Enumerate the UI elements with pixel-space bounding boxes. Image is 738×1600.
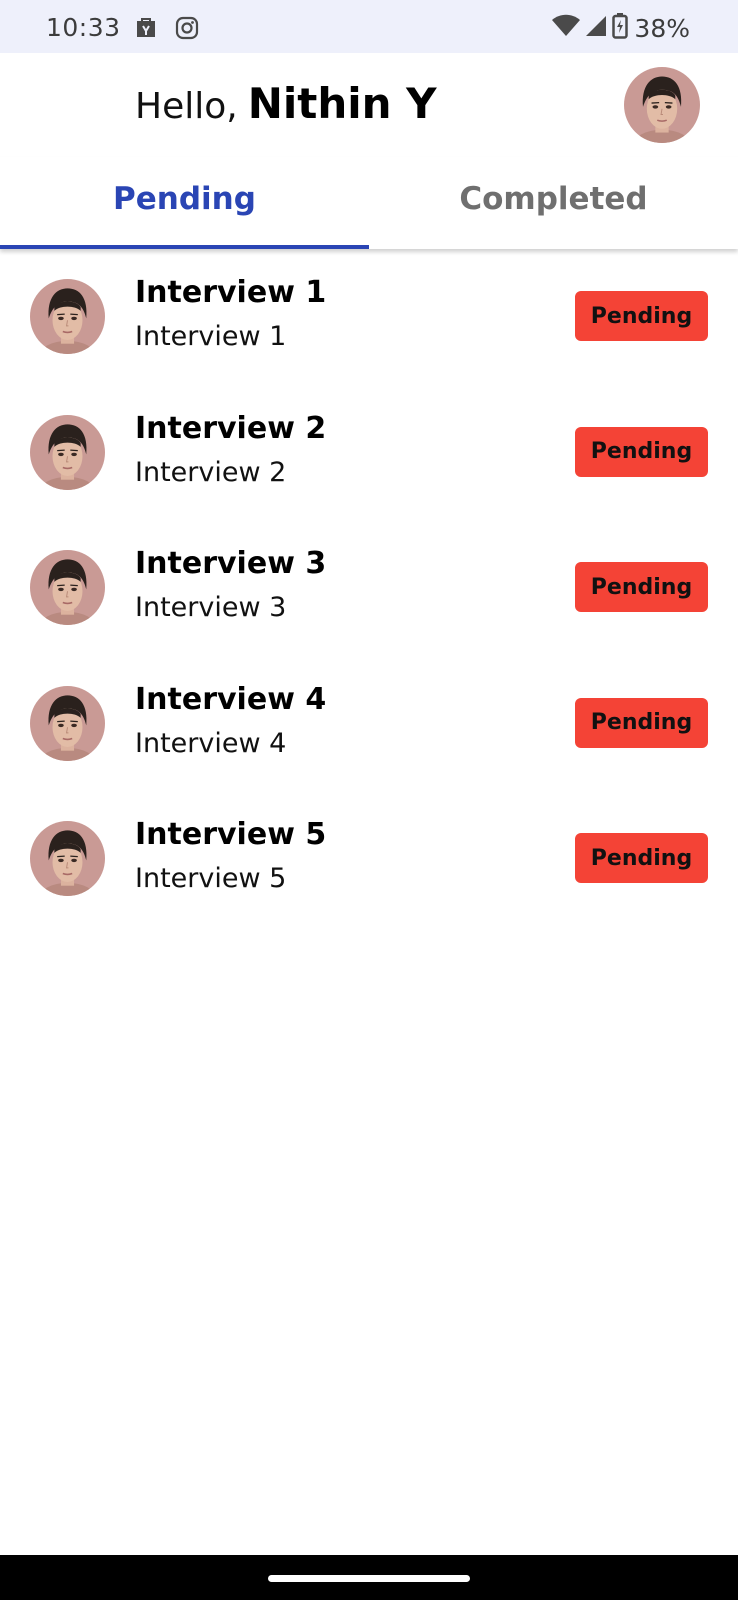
status-badge: Pending [575, 291, 708, 341]
avatar [30, 686, 105, 761]
user-name: Nithin Y [247, 79, 437, 128]
profile-avatar[interactable] [624, 67, 700, 143]
signal-icon [584, 14, 608, 42]
wifi-icon [552, 14, 581, 42]
tab-bar: Pending Completed [0, 157, 738, 249]
status-time: 10:33 [46, 13, 121, 42]
avatar [30, 821, 105, 896]
system-nav-bar [0, 1555, 738, 1600]
interview-title: Interview 1 [135, 275, 327, 310]
interview-subtitle: Interview 1 [135, 321, 287, 352]
home-gesture-handle[interactable] [268, 1575, 470, 1582]
interview-title: Interview 4 [135, 681, 327, 717]
tab-pending[interactable]: Pending [0, 157, 369, 249]
interview-subtitle: Interview 4 [135, 727, 287, 759]
tab-pending-label: Pending [113, 181, 256, 217]
shopping-bag-icon [134, 16, 158, 44]
status-badge: Pending [575, 833, 708, 883]
interview-title: Interview 3 [135, 546, 327, 581]
app-header: Hello, Nithin Y [0, 53, 738, 157]
list-item[interactable]: Interview 5 Interview 5 Pending [0, 791, 738, 927]
avatar [30, 550, 105, 625]
interview-subtitle: Interview 2 [135, 456, 287, 488]
list-item[interactable]: Interview 2 Interview 2 Pending [0, 385, 738, 521]
greeting: Hello, Nithin Y [135, 79, 437, 128]
status-badge: Pending [575, 697, 708, 748]
list-item[interactable]: Interview 1 Interview 1 Pending [0, 249, 738, 385]
interview-subtitle: Interview 3 [135, 592, 287, 623]
interview-list: Interview 1 Interview 1 Pending Intervie… [0, 249, 738, 927]
tab-completed[interactable]: Completed [369, 157, 738, 249]
interview-title: Interview 2 [135, 410, 327, 446]
interview-title: Interview 5 [135, 817, 327, 852]
status-bar: 10:33 38% [0, 0, 738, 53]
tab-completed-label: Completed [459, 181, 648, 217]
instagram-icon [175, 16, 199, 44]
avatar [30, 279, 105, 354]
greeting-text: Hello, [135, 86, 238, 127]
status-badge: Pending [575, 426, 708, 477]
interview-subtitle: Interview 5 [135, 863, 287, 894]
list-item[interactable]: Interview 3 Interview 3 Pending [0, 520, 738, 656]
avatar [30, 415, 105, 490]
battery-icon [612, 13, 629, 43]
list-item[interactable]: Interview 4 Interview 4 Pending [0, 656, 738, 792]
battery-percentage: 38% [634, 13, 690, 43]
status-badge: Pending [575, 562, 708, 612]
